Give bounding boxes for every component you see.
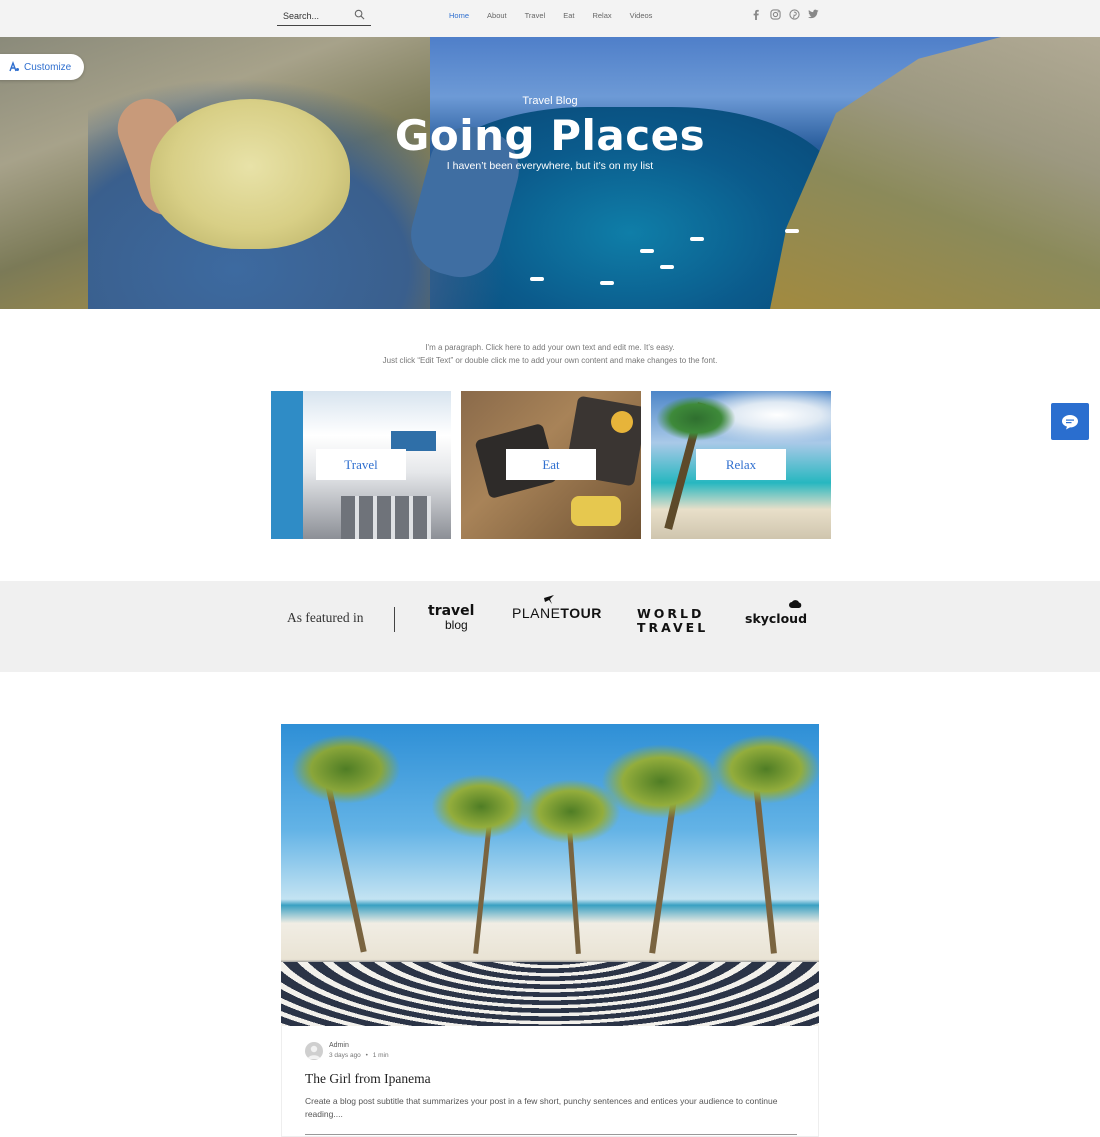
sauce-bowl-shape [611, 411, 633, 433]
palm-leaves-shape [291, 734, 401, 804]
nav-relax[interactable]: Relax [583, 11, 620, 20]
palm-leaves-shape [431, 774, 531, 839]
logo-travel-blog: travel blog [428, 604, 474, 632]
category-tile-travel[interactable]: Travel [271, 391, 451, 539]
logo-planetour: PLANETOUR [512, 595, 602, 621]
facebook-icon[interactable] [750, 8, 762, 20]
nav-videos[interactable]: Videos [621, 11, 662, 20]
category-button-eat[interactable]: Eat [506, 449, 596, 480]
customize-icon [9, 61, 19, 72]
category-button-relax[interactable]: Relax [696, 449, 786, 480]
nachos-shape [571, 496, 621, 526]
divider [394, 607, 395, 632]
palm-leaves-shape [711, 734, 819, 804]
pinterest-icon[interactable] [788, 8, 800, 20]
hero-right-cliff [770, 37, 1100, 309]
logo-text: WORLD [637, 606, 705, 621]
post-read-time: 1 min [372, 1052, 389, 1059]
boat-shape [690, 237, 704, 241]
site-header: Home About Travel Eat Relax Videos [0, 0, 1100, 37]
nav-about[interactable]: About [478, 11, 516, 20]
intro-line: I'm a paragraph. Click here to add your … [425, 343, 675, 352]
hero-title: Going Places [394, 111, 706, 160]
logo-world-travel: WORLD TRAVEL [637, 607, 708, 635]
divider [305, 1134, 797, 1135]
post-time: 3 days ago [329, 1052, 361, 1059]
category-tile-eat[interactable]: Eat [461, 391, 641, 539]
plane-icon [544, 595, 554, 604]
logo-text: TRAVEL [637, 620, 709, 635]
balcony-shape [391, 431, 436, 451]
boat-shape [660, 265, 674, 269]
search-icon[interactable] [354, 9, 365, 20]
featured-in-band: As featured in travel blog PLANETOUR WOR… [0, 581, 1100, 672]
post-author[interactable]: Admin [329, 1042, 349, 1049]
category-tile-relax[interactable]: Relax [651, 391, 831, 539]
logo-skycloud: skycloud [745, 600, 808, 626]
promenade-pattern [281, 962, 819, 1026]
chat-button[interactable] [1051, 403, 1089, 440]
meta-separator: • [365, 1052, 368, 1059]
boat-shape [640, 249, 654, 253]
logo-text: travel [428, 603, 475, 619]
boat-shape [530, 277, 544, 281]
customize-label: Customize [24, 61, 72, 73]
chat-icon [1062, 414, 1078, 429]
social-bar [750, 8, 819, 20]
user-icon [307, 1045, 321, 1059]
search-input[interactable] [277, 7, 349, 25]
intro-line: Just click “Edit Text” or double click m… [382, 356, 718, 365]
instagram-icon[interactable] [769, 8, 781, 20]
main-nav: Home About Travel Eat Relax Videos [440, 0, 661, 30]
intro-paragraph[interactable]: I'm a paragraph. Click here to add your … [0, 341, 1100, 367]
post-excerpt: Create a blog post subtitle that summari… [305, 1096, 778, 1119]
featured-label: As featured in [287, 610, 364, 625]
logo-text: PLANE [512, 605, 561, 621]
logo-text: skycloud [745, 611, 808, 626]
logo-text: TOUR [560, 605, 602, 621]
palm-leaves-shape [601, 744, 721, 819]
search-box[interactable] [277, 6, 371, 26]
post-title[interactable]: The Girl from Ipanema [305, 1071, 431, 1087]
boat-shape [600, 281, 614, 285]
boat-shape [785, 229, 799, 233]
customize-button[interactable]: Customize [0, 54, 84, 80]
nav-home[interactable]: Home [440, 11, 478, 20]
nav-travel[interactable]: Travel [516, 11, 555, 20]
blue-wall-shape [271, 391, 303, 539]
hero-subtitle: Travel Blog [522, 95, 578, 107]
hero-banner: Travel Blog Going Places I haven’t been … [0, 37, 1100, 309]
avatar[interactable] [305, 1042, 323, 1060]
paving-shape [341, 496, 431, 539]
hero-tagline: I haven’t been everywhere, but it’s on m… [446, 160, 654, 172]
logo-text: blog [445, 618, 468, 632]
post-card[interactable]: Admin 3 days ago • 1 min The Girl from I… [281, 1026, 819, 1137]
category-button-travel[interactable]: Travel [316, 449, 406, 480]
post-meta: 3 days ago • 1 min [329, 1052, 389, 1059]
twitter-icon[interactable] [807, 8, 819, 20]
nav-eat[interactable]: Eat [554, 11, 583, 20]
palm-leaves-shape [656, 396, 736, 441]
post-cover-image[interactable] [281, 724, 819, 1026]
cloud-icon [789, 600, 802, 608]
